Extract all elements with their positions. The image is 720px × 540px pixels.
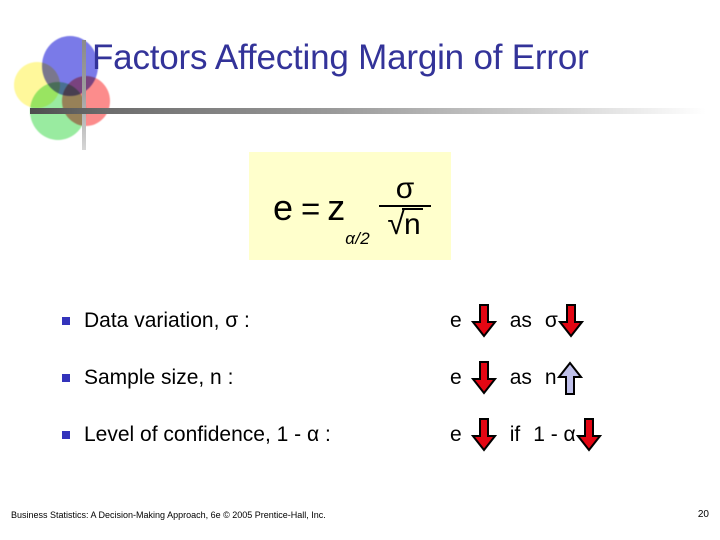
bullet-square-icon xyxy=(62,373,70,382)
effect-connector: if xyxy=(509,422,521,446)
factor-effect: e if 1 - α xyxy=(450,417,602,452)
formula-subscript: α/2 xyxy=(345,229,371,248)
page-title: Factors Affecting Margin of Error xyxy=(92,38,589,77)
formula-fraction: σ √ n xyxy=(379,172,432,240)
factor-label: Sample size, n : xyxy=(84,365,234,389)
slide-canvas: Factors Affecting Margin of Error e = z … xyxy=(0,0,720,540)
formula-e: e xyxy=(272,187,293,228)
down-arrow-red-icon xyxy=(575,417,602,452)
formula-radicand-n: n xyxy=(401,208,423,241)
factor-label: Data variation, σ : xyxy=(84,308,250,332)
margin-of-error-formula: e = z α/2 σ √ n xyxy=(272,172,432,247)
horizontal-rule xyxy=(30,108,706,114)
effect-connector: as xyxy=(509,365,532,389)
effect-variable: e xyxy=(450,365,462,389)
effect-variable: e xyxy=(450,308,462,332)
formula-denominator: √ n xyxy=(381,207,428,240)
formula-z: z xyxy=(327,187,346,228)
factor-symbol: 1 - α xyxy=(533,422,576,446)
factor-effect: e as σ xyxy=(450,303,584,338)
bullet-square-icon xyxy=(62,316,70,325)
red-circle-icon xyxy=(62,76,110,126)
factor-effect: e as n xyxy=(450,360,583,395)
formula-box: e = z α/2 σ √ n xyxy=(249,152,451,260)
blue-circle-icon xyxy=(42,36,98,96)
down-arrow-red-icon xyxy=(470,417,497,452)
factor-label: Level of confidence, 1 - α : xyxy=(84,422,331,446)
page-number: 20 xyxy=(697,509,709,520)
down-arrow-red-icon xyxy=(470,360,497,395)
bullet-square-icon xyxy=(62,430,70,439)
footer-credit: Business Statistics: A Decision-Making A… xyxy=(11,510,326,520)
list-item: Data variation, σ : e as σ xyxy=(0,292,720,349)
effect-connector: as xyxy=(509,308,532,332)
down-arrow-red-icon xyxy=(470,303,497,338)
down-arrow-red-icon xyxy=(557,303,584,338)
effect-variable: e xyxy=(450,422,462,446)
factor-symbol: σ xyxy=(544,308,558,332)
formula-equals: = xyxy=(300,189,321,227)
formula-numerator-sigma: σ xyxy=(395,172,415,205)
up-arrow-blue-icon xyxy=(556,360,583,395)
list-item: Level of confidence, 1 - α : e if 1 - α xyxy=(0,406,720,463)
factors-list: Data variation, σ : e as σ Sample size, … xyxy=(0,292,720,463)
vertical-rule xyxy=(82,40,86,150)
list-item: Sample size, n : e as n xyxy=(0,349,720,406)
factor-symbol: n xyxy=(544,365,557,389)
yellow-circle-icon xyxy=(14,62,60,108)
